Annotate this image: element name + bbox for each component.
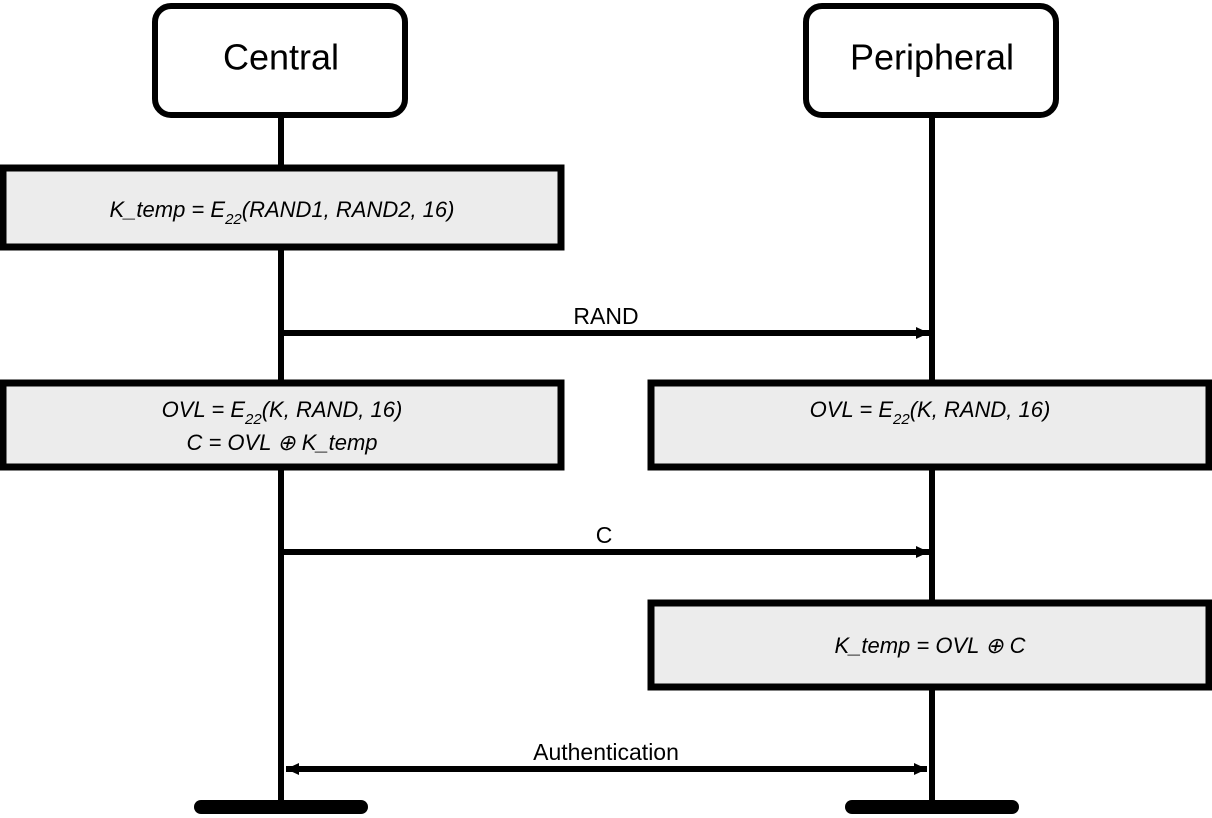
lifeline-head-peripheral[interactable]: Peripheral — [803, 3, 1059, 118]
note-text-part: OVL = E — [810, 397, 894, 422]
message-c-label: C — [596, 522, 613, 548]
note-central-ovl-line2: C = OVL ⊕ K_temp — [186, 430, 377, 455]
note-text-subscript: 22 — [892, 411, 910, 428]
sequence-diagram-canvas: Central Peripheral K_temp = E22(RAND1, R… — [0, 3, 1212, 814]
message-authentication-label: Authentication — [533, 739, 679, 765]
lifeline-head-peripheral-label: Peripheral — [850, 37, 1014, 78]
note-central-ktemp[interactable]: K_temp = E22(RAND1, RAND2, 16) — [0, 164, 565, 251]
message-rand-label: RAND — [573, 303, 638, 329]
lifeline-head-central[interactable]: Central — [152, 3, 408, 118]
note-peripheral-ovl[interactable]: OVL = E22(K, RAND, 16) — [647, 379, 1212, 471]
note-text-part: (K, RAND, 16) — [910, 397, 1051, 422]
message-authentication[interactable]: Authentication — [286, 739, 927, 775]
lifeline-head-central-label: Central — [223, 37, 339, 78]
note-text-part: (RAND1, RAND2, 16) — [242, 197, 455, 222]
note-text-part: K_temp = E — [110, 197, 226, 222]
note-central-ovl[interactable]: OVL = E22(K, RAND, 16) C = OVL ⊕ K_temp — [0, 379, 565, 471]
sequence-diagram: Central Peripheral K_temp = E22(RAND1, R… — [0, 0, 1212, 818]
note-text-part: OVL = E — [162, 397, 246, 422]
note-text-part: (K, RAND, 16) — [262, 397, 403, 422]
note-peripheral-ktemp-text: K_temp = OVL ⊕ C — [834, 633, 1025, 658]
note-text-subscript: 22 — [224, 211, 242, 228]
message-c[interactable]: C — [284, 522, 929, 558]
note-peripheral-ovl-box — [647, 379, 1212, 471]
message-rand[interactable]: RAND — [284, 303, 929, 339]
note-peripheral-ktemp[interactable]: K_temp = OVL ⊕ C — [647, 599, 1212, 691]
note-text-subscript: 22 — [244, 411, 262, 428]
